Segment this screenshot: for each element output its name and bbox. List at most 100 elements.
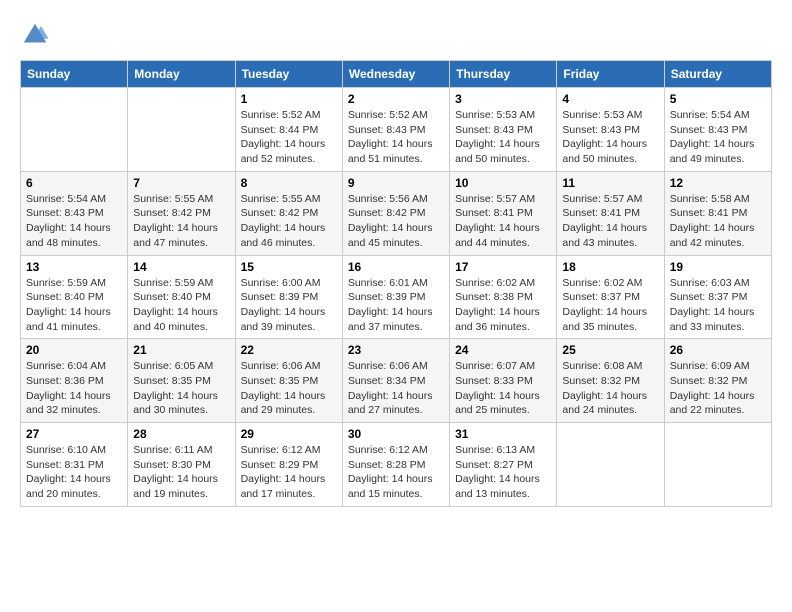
logo <box>20 20 54 50</box>
calendar-cell: 27 Sunrise: 6:10 AMSunset: 8:31 PMDayligh… <box>21 423 128 507</box>
day-detail: Sunrise: 6:08 AMSunset: 8:32 PMDaylight:… <box>562 360 647 416</box>
day-number: 15 <box>241 260 337 274</box>
calendar-cell: 28 Sunrise: 6:11 AMSunset: 8:30 PMDayligh… <box>128 423 235 507</box>
day-number: 31 <box>455 427 551 441</box>
day-number: 12 <box>670 176 766 190</box>
day-header-wednesday: Wednesday <box>342 61 449 88</box>
calendar-cell: 12Sunrise: 5:58 AMSunset: 8:41 PMDayligh… <box>664 171 771 255</box>
day-detail: Sunrise: 6:00 AMSunset: 8:39 PMDaylight:… <box>241 277 326 333</box>
calendar-cell: 21 Sunrise: 6:05 AMSunset: 8:35 PMDayligh… <box>128 339 235 423</box>
calendar-week-row: 1Sunrise: 5:52 AMSunset: 8:44 PMDaylight… <box>21 88 772 172</box>
day-detail: Sunrise: 5:57 AMSunset: 8:41 PMDaylight:… <box>562 193 647 249</box>
calendar-cell: 22 Sunrise: 6:06 AMSunset: 8:35 PMDayligh… <box>235 339 342 423</box>
day-detail: Sunrise: 5:55 AMSunset: 8:42 PMDaylight:… <box>133 193 218 249</box>
calendar-cell: 31 Sunrise: 6:13 AMSunset: 8:27 PMDayligh… <box>450 423 557 507</box>
day-detail: Sunrise: 5:54 AMSunset: 8:43 PMDaylight:… <box>26 193 111 249</box>
day-header-monday: Monday <box>128 61 235 88</box>
day-header-tuesday: Tuesday <box>235 61 342 88</box>
calendar-cell: 1Sunrise: 5:52 AMSunset: 8:44 PMDaylight… <box>235 88 342 172</box>
day-number: 28 <box>133 427 229 441</box>
day-number: 20 <box>26 343 122 357</box>
day-detail: Sunrise: 5:52 AMSunset: 8:44 PMDaylight:… <box>241 109 326 165</box>
day-number: 23 <box>348 343 444 357</box>
day-header-friday: Friday <box>557 61 664 88</box>
calendar-cell: 9 Sunrise: 5:56 AMSunset: 8:42 PMDaylight… <box>342 171 449 255</box>
day-number: 19 <box>670 260 766 274</box>
day-number: 6 <box>26 176 122 190</box>
calendar-cell: 10 Sunrise: 5:57 AMSunset: 8:41 PMDayligh… <box>450 171 557 255</box>
day-detail: Sunrise: 6:01 AMSunset: 8:39 PMDaylight:… <box>348 277 433 333</box>
day-detail: Sunrise: 6:13 AMSunset: 8:27 PMDaylight:… <box>455 444 540 500</box>
calendar-cell: 14Sunrise: 5:59 AMSunset: 8:40 PMDayligh… <box>128 255 235 339</box>
day-number: 25 <box>562 343 658 357</box>
calendar-week-row: 27 Sunrise: 6:10 AMSunset: 8:31 PMDayligh… <box>21 423 772 507</box>
day-detail: Sunrise: 6:04 AMSunset: 8:36 PMDaylight:… <box>26 360 111 416</box>
calendar-cell: 20 Sunrise: 6:04 AMSunset: 8:36 PMDayligh… <box>21 339 128 423</box>
day-number: 3 <box>455 92 551 106</box>
day-detail: Sunrise: 5:59 AMSunset: 8:40 PMDaylight:… <box>133 277 218 333</box>
day-header-thursday: Thursday <box>450 61 557 88</box>
day-number: 29 <box>241 427 337 441</box>
calendar-cell: 3 Sunrise: 5:53 AMSunset: 8:43 PMDaylight… <box>450 88 557 172</box>
day-number: 5 <box>670 92 766 106</box>
day-detail: Sunrise: 5:53 AMSunset: 8:43 PMDaylight:… <box>455 109 540 165</box>
calendar-cell: 17 Sunrise: 6:02 AMSunset: 8:38 PMDayligh… <box>450 255 557 339</box>
calendar-cell: 29 Sunrise: 6:12 AMSunset: 8:29 PMDayligh… <box>235 423 342 507</box>
day-number: 10 <box>455 176 551 190</box>
calendar-cell: 26 Sunrise: 6:09 AMSunset: 8:32 PMDayligh… <box>664 339 771 423</box>
calendar-cell <box>664 423 771 507</box>
day-number: 22 <box>241 343 337 357</box>
day-header-saturday: Saturday <box>664 61 771 88</box>
day-detail: Sunrise: 6:02 AMSunset: 8:37 PMDaylight:… <box>562 277 647 333</box>
day-number: 13 <box>26 260 122 274</box>
calendar-cell <box>21 88 128 172</box>
day-detail: Sunrise: 6:06 AMSunset: 8:34 PMDaylight:… <box>348 360 433 416</box>
calendar-cell: 16 Sunrise: 6:01 AMSunset: 8:39 PMDayligh… <box>342 255 449 339</box>
calendar-cell: 25 Sunrise: 6:08 AMSunset: 8:32 PMDayligh… <box>557 339 664 423</box>
day-detail: Sunrise: 6:07 AMSunset: 8:33 PMDaylight:… <box>455 360 540 416</box>
day-number: 11 <box>562 176 658 190</box>
calendar-cell: 6 Sunrise: 5:54 AMSunset: 8:43 PMDaylight… <box>21 171 128 255</box>
calendar-week-row: 6 Sunrise: 5:54 AMSunset: 8:43 PMDaylight… <box>21 171 772 255</box>
day-detail: Sunrise: 6:05 AMSunset: 8:35 PMDaylight:… <box>133 360 218 416</box>
calendar-cell <box>128 88 235 172</box>
day-detail: Sunrise: 5:55 AMSunset: 8:42 PMDaylight:… <box>241 193 326 249</box>
day-number: 2 <box>348 92 444 106</box>
calendar-cell: 19Sunrise: 6:03 AMSunset: 8:37 PMDayligh… <box>664 255 771 339</box>
day-detail: Sunrise: 5:56 AMSunset: 8:42 PMDaylight:… <box>348 193 433 249</box>
day-number: 24 <box>455 343 551 357</box>
day-number: 26 <box>670 343 766 357</box>
day-detail: Sunrise: 6:10 AMSunset: 8:31 PMDaylight:… <box>26 444 111 500</box>
day-detail: Sunrise: 6:11 AMSunset: 8:30 PMDaylight:… <box>133 444 218 500</box>
calendar-cell: 5Sunrise: 5:54 AMSunset: 8:43 PMDaylight… <box>664 88 771 172</box>
day-header-sunday: Sunday <box>21 61 128 88</box>
calendar-cell: 24 Sunrise: 6:07 AMSunset: 8:33 PMDayligh… <box>450 339 557 423</box>
calendar-cell: 30Sunrise: 6:12 AMSunset: 8:28 PMDayligh… <box>342 423 449 507</box>
day-detail: Sunrise: 6:02 AMSunset: 8:38 PMDaylight:… <box>455 277 540 333</box>
day-detail: Sunrise: 6:12 AMSunset: 8:29 PMDaylight:… <box>241 444 326 500</box>
calendar-cell: 2 Sunrise: 5:52 AMSunset: 8:43 PMDaylight… <box>342 88 449 172</box>
day-number: 27 <box>26 427 122 441</box>
calendar-cell: 8Sunrise: 5:55 AMSunset: 8:42 PMDaylight… <box>235 171 342 255</box>
calendar-table: SundayMondayTuesdayWednesdayThursdayFrid… <box>20 60 772 507</box>
day-number: 16 <box>348 260 444 274</box>
calendar-cell <box>557 423 664 507</box>
calendar-cell: 7 Sunrise: 5:55 AMSunset: 8:42 PMDaylight… <box>128 171 235 255</box>
day-detail: Sunrise: 6:09 AMSunset: 8:32 PMDaylight:… <box>670 360 755 416</box>
day-detail: Sunrise: 5:59 AMSunset: 8:40 PMDaylight:… <box>26 277 111 333</box>
calendar-cell: 15 Sunrise: 6:00 AMSunset: 8:39 PMDayligh… <box>235 255 342 339</box>
day-detail: Sunrise: 5:52 AMSunset: 8:43 PMDaylight:… <box>348 109 433 165</box>
day-number: 21 <box>133 343 229 357</box>
page-header <box>20 20 772 50</box>
day-detail: Sunrise: 5:57 AMSunset: 8:41 PMDaylight:… <box>455 193 540 249</box>
calendar-week-row: 13 Sunrise: 5:59 AMSunset: 8:40 PMDayligh… <box>21 255 772 339</box>
calendar-cell: 13 Sunrise: 5:59 AMSunset: 8:40 PMDayligh… <box>21 255 128 339</box>
day-number: 7 <box>133 176 229 190</box>
day-number: 17 <box>455 260 551 274</box>
logo-icon <box>20 20 50 50</box>
day-number: 9 <box>348 176 444 190</box>
calendar-cell: 23 Sunrise: 6:06 AMSunset: 8:34 PMDayligh… <box>342 339 449 423</box>
day-detail: Sunrise: 6:06 AMSunset: 8:35 PMDaylight:… <box>241 360 326 416</box>
day-number: 30 <box>348 427 444 441</box>
calendar-header-row: SundayMondayTuesdayWednesdayThursdayFrid… <box>21 61 772 88</box>
